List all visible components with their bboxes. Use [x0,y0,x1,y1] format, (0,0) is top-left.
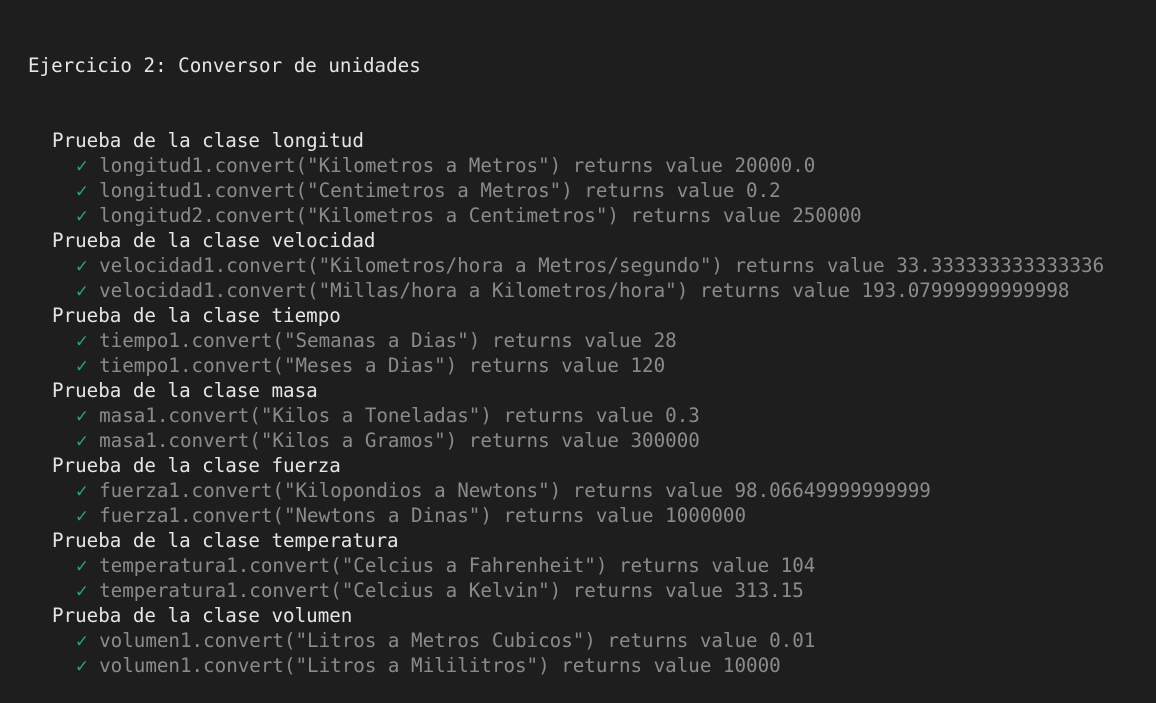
test-suite: Prueba de la clase fuerza ✓ fuerza1.conve… [0,453,1156,528]
check-icon: ✓ [76,504,88,527]
test-run-title: Ejercicio 2: Conversor de unidades [28,54,421,77]
test-result-row: ✓ masa1.convert("Kilos a Toneladas") ret… [0,403,1156,428]
test-suite: Prueba de la clase volumen ✓ volumen1.con… [0,603,1156,678]
test-suites: Prueba de la clase longitud ✓ longitud1.c… [0,128,1156,678]
test-description: volumen1.convert("Litros a Mililitros") … [99,654,781,677]
suite-heading: Prueba de la clase masa [52,379,318,402]
suite-heading: Prueba de la clase longitud [52,129,364,152]
suite-heading: Prueba de la clase velocidad [52,229,376,252]
check-icon: ✓ [76,254,88,277]
check-icon: ✓ [76,204,88,227]
test-description: tiempo1.convert("Meses a Dias") returns … [99,354,666,377]
check-icon: ✓ [76,429,88,452]
test-description: longitud2.convert("Kilometros a Centimet… [99,204,862,227]
test-result-row: ✓ temperatura1.convert("Celcius a Fahren… [0,553,1156,578]
check-icon: ✓ [76,329,88,352]
test-description: velocidad1.convert("Kilometros/hora a Me… [99,254,1105,277]
test-result-row: ✓ longitud1.convert("Kilometros a Metros… [0,153,1156,178]
check-icon: ✓ [76,554,88,577]
test-result-row: ✓ velocidad1.convert("Millas/hora a Kilo… [0,278,1156,303]
check-icon: ✓ [76,479,88,502]
test-suite: Prueba de la clase tiempo ✓ tiempo1.conve… [0,303,1156,378]
test-description: longitud1.convert("Centimetros a Metros"… [99,179,781,202]
check-icon: ✓ [76,154,88,177]
suite-heading: Prueba de la clase tiempo [52,304,341,327]
check-icon: ✓ [76,354,88,377]
test-result-row: ✓ volumen1.convert("Litros a Mililitros"… [0,653,1156,678]
suite-heading: Prueba de la clase temperatura [52,529,399,552]
test-description: tiempo1.convert("Semanas a Dias") return… [99,329,677,352]
test-suite: Prueba de la clase longitud ✓ longitud1.c… [0,128,1156,228]
test-description: temperatura1.convert("Celcius a Kelvin")… [99,579,804,602]
test-result-row: ✓ masa1.convert("Kilos a Gramos") return… [0,428,1156,453]
test-description: velocidad1.convert("Millas/hora a Kilome… [99,279,1070,302]
terminal-output: Ejercicio 2: Conversor de unidades Prueb… [0,0,1156,677]
test-description: fuerza1.convert("Kilopondios a Newtons")… [99,479,931,502]
test-description: masa1.convert("Kilos a Toneladas") retur… [99,404,700,427]
test-result-row: ✓ fuerza1.convert("Kilopondios a Newtons… [0,478,1156,503]
test-description: longitud1.convert("Kilometros a Metros")… [99,154,816,177]
check-icon: ✓ [76,654,88,677]
test-description: volumen1.convert("Litros a Metros Cubico… [99,629,816,652]
test-result-row: ✓ temperatura1.convert("Celcius a Kelvin… [0,578,1156,603]
check-icon: ✓ [76,404,88,427]
test-result-row: ✓ tiempo1.convert("Semanas a Dias") retu… [0,328,1156,353]
test-suite: Prueba de la clase masa ✓ masa1.convert("… [0,378,1156,453]
test-description: temperatura1.convert("Celcius a Fahrenhe… [99,554,816,577]
check-icon: ✓ [76,629,88,652]
test-description: fuerza1.convert("Newtons a Dinas") retur… [99,504,747,527]
suite-heading: Prueba de la clase fuerza [52,454,341,477]
test-result-row: ✓ velocidad1.convert("Kilometros/hora a … [0,253,1156,278]
test-result-row: ✓ longitud1.convert("Centimetros a Metro… [0,178,1156,203]
check-icon: ✓ [76,279,88,302]
test-result-row: ✓ tiempo1.convert("Meses a Dias") return… [0,353,1156,378]
test-result-row: ✓ fuerza1.convert("Newtons a Dinas") ret… [0,503,1156,528]
suite-heading: Prueba de la clase volumen [52,604,353,627]
check-icon: ✓ [76,579,88,602]
test-result-row: ✓ longitud2.convert("Kilometros a Centim… [0,203,1156,228]
test-suite: Prueba de la clase velocidad ✓ velocidad1… [0,228,1156,303]
test-result-row: ✓ volumen1.convert("Litros a Metros Cubi… [0,628,1156,653]
test-suite: Prueba de la clase temperatura ✓ temperat… [0,528,1156,603]
test-description: masa1.convert("Kilos a Gramos") returns … [99,429,700,452]
check-icon: ✓ [76,179,88,202]
